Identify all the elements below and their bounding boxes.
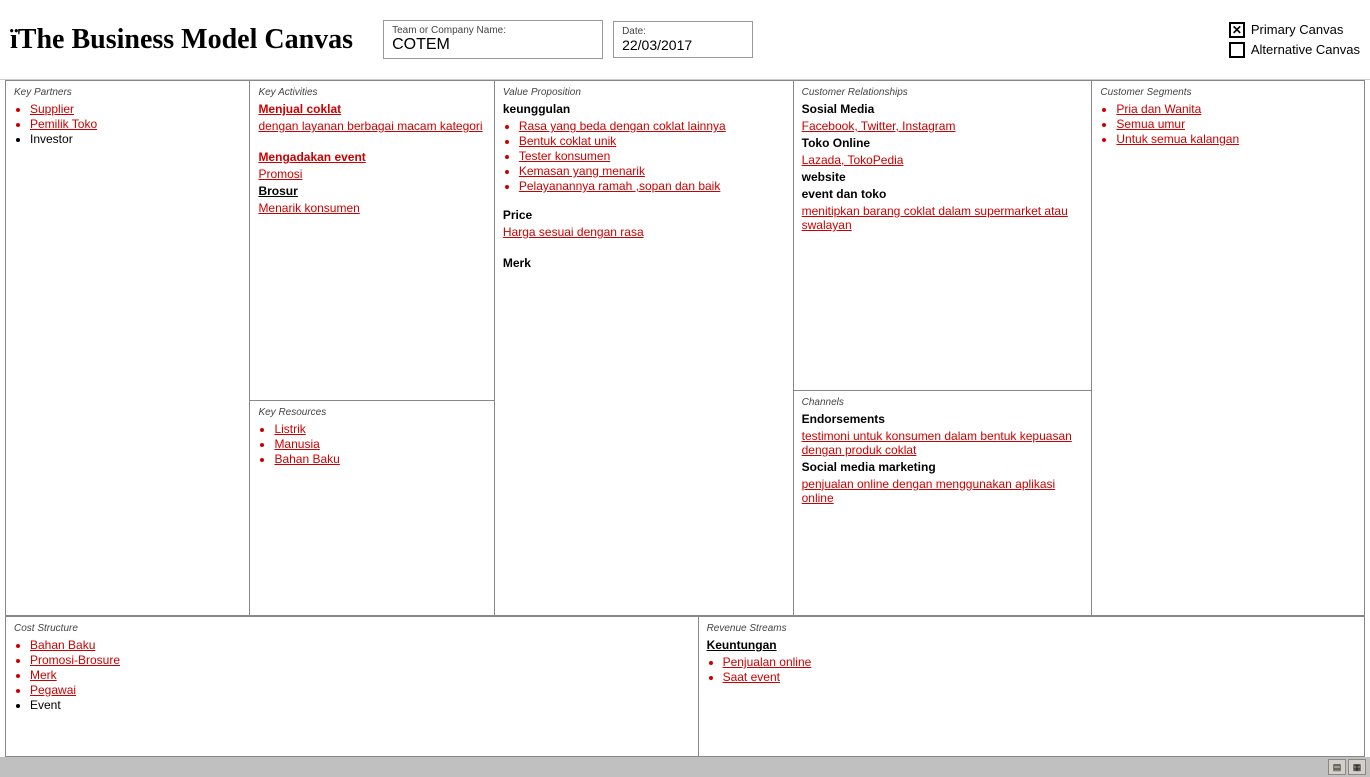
cr-website: website — [802, 170, 1084, 184]
cost-structure-cell: Cost Structure Bahan Baku Promosi-Brosur… — [6, 617, 699, 756]
cs-header: Customer Segments — [1100, 87, 1356, 98]
rs-list: Penjualan online Saat event — [723, 655, 1356, 684]
alternative-canvas-option[interactable]: Alternative Canvas — [1229, 42, 1360, 58]
cr-header: Customer Relationships — [802, 87, 1084, 98]
vp-merk: Merk — [503, 256, 785, 270]
key-partners-cell: Key Partners Supplier Pemilik Toko Inves… — [6, 81, 250, 615]
channels-header: Channels — [802, 397, 1084, 408]
list-item: Supplier — [30, 102, 241, 116]
list-item: Untuk semua kalangan — [1116, 132, 1356, 146]
channels-social-media-text: penjualan online dengan menggunakan apli… — [802, 477, 1084, 505]
key-activities-line2: dengan layanan berbagai macam kategori — [258, 119, 485, 133]
primary-canvas-option[interactable]: ✕ Primary Canvas — [1229, 22, 1360, 38]
list-item: Bentuk coklat unik — [519, 134, 785, 148]
vp-price-label: Price — [503, 208, 785, 222]
list-item: Pegawai — [30, 683, 690, 697]
cr-sosial-media: Sosial Media — [802, 102, 1084, 116]
customer-relationships-cell: Customer Relationships Sosial Media Face… — [794, 81, 1092, 391]
company-value: COTEM — [392, 36, 594, 54]
list-item: Pemilik Toko — [30, 117, 241, 131]
list-item: Rasa yang beda dengan coklat lainnya — [519, 119, 785, 133]
list-item: Manusia — [274, 437, 485, 451]
company-label: Team or Company Name: — [392, 25, 594, 36]
value-proposition-cell: Value Proposition keunggulan Rasa yang b… — [495, 81, 794, 615]
cr-event-text: menitipkan barang coklat dalam supermark… — [802, 204, 1084, 232]
channels-endorsements-text: testimoni untuk konsumen dalam bentuk ke… — [802, 429, 1084, 457]
cr-lazada: Lazada, TokoPedia — [802, 153, 1084, 167]
company-field[interactable]: Team or Company Name: COTEM — [383, 20, 603, 59]
header-fields: Team or Company Name: COTEM Date: 22/03/… — [383, 20, 1229, 59]
key-activities-cell: Key Activities Menjual coklat dengan lay… — [250, 81, 493, 401]
list-item: Investor — [30, 132, 241, 146]
canvas-options: ✕ Primary Canvas Alternative Canvas — [1229, 22, 1360, 58]
customer-segments-cell: Customer Segments Pria dan Wanita Semua … — [1092, 81, 1364, 615]
bottom-icon-1[interactable]: ▤ — [1328, 759, 1346, 775]
list-item: Merk — [30, 668, 690, 682]
list-item: Promosi-Brosure — [30, 653, 690, 667]
alternative-canvas-label: Alternative Canvas — [1251, 42, 1360, 57]
rs-keuntungan: Keuntungan — [707, 638, 1356, 652]
cost-structure-list: Bahan Baku Promosi-Brosure Merk Pegawai … — [30, 638, 690, 712]
key-activities-line5: Brosur — [258, 184, 485, 198]
key-activities-line6: Menarik konsumen — [258, 201, 485, 215]
vp-list: Rasa yang beda dengan coklat lainnya Ben… — [519, 119, 785, 193]
header: ïThe Business Model Canvas Team or Compa… — [0, 0, 1370, 80]
cr-toko-online: Toko Online — [802, 136, 1084, 150]
list-item: Bahan Baku — [274, 452, 485, 466]
cr-event-dan-toko: event dan toko — [802, 187, 1084, 201]
key-activities-group: Key Activities Menjual coklat dengan lay… — [250, 81, 494, 615]
key-partners-list: Supplier Pemilik Toko Investor — [30, 102, 241, 146]
cs-list: Pria dan Wanita Semua umur Untuk semua k… — [1116, 102, 1356, 146]
list-item: Saat event — [723, 670, 1356, 684]
list-item: Pelayanannya ramah ,sopan dan baik — [519, 179, 785, 193]
bottom-bar-icons: ▤ ▦ — [1328, 759, 1366, 775]
key-activities-line4: Promosi — [258, 167, 485, 181]
cr-facebook: Facebook, Twitter, Instagram — [802, 119, 1084, 133]
key-resources-list: Listrik Manusia Bahan Baku — [274, 422, 485, 466]
key-resources-cell: Key Resources Listrik Manusia Bahan Baku — [250, 401, 493, 615]
value-proposition-header: Value Proposition — [503, 87, 785, 98]
channels-social-media-marketing: Social media marketing — [802, 460, 1084, 474]
channels-cell: Channels Endorsements testimoni untuk ko… — [794, 391, 1092, 615]
vp-keunggulan: keunggulan — [503, 102, 785, 116]
canvas-grid: Key Partners Supplier Pemilik Toko Inves… — [5, 80, 1365, 757]
primary-canvas-label: Primary Canvas — [1251, 22, 1343, 37]
list-item: Tester konsumen — [519, 149, 785, 163]
vp-price-text: Harga sesuai dengan rasa — [503, 225, 785, 239]
list-item: Pria dan Wanita — [1116, 102, 1356, 116]
key-activities-line1: Menjual coklat — [258, 102, 485, 116]
channels-endorsements: Endorsements — [802, 412, 1084, 426]
canvas-top-row: Key Partners Supplier Pemilik Toko Inves… — [6, 81, 1364, 616]
page-title: ïThe Business Model Canvas — [10, 24, 353, 56]
list-item: Listrik — [274, 422, 485, 436]
key-activities-line3: Mengadakan event — [258, 150, 485, 164]
list-item: Penjualan online — [723, 655, 1356, 669]
key-partners-header: Key Partners — [14, 87, 241, 98]
alternative-canvas-checkbox[interactable] — [1229, 42, 1245, 58]
list-item: Bahan Baku — [30, 638, 690, 652]
list-item: Event — [30, 698, 690, 712]
date-value: 22/03/2017 — [622, 37, 744, 53]
list-item: Semua umur — [1116, 117, 1356, 131]
primary-canvas-checkbox[interactable]: ✕ — [1229, 22, 1245, 38]
rs-header: Revenue Streams — [707, 623, 1356, 634]
key-activities-header: Key Activities — [258, 87, 485, 98]
revenue-streams-cell: Revenue Streams Keuntungan Penjualan onl… — [699, 617, 1364, 756]
key-resources-header: Key Resources — [258, 407, 485, 418]
cost-structure-header: Cost Structure — [14, 623, 690, 634]
bottom-bar: ▤ ▦ — [0, 757, 1370, 777]
bottom-icon-2[interactable]: ▦ — [1348, 759, 1366, 775]
list-item: Kemasan yang menarik — [519, 164, 785, 178]
date-field[interactable]: Date: 22/03/2017 — [613, 21, 753, 58]
date-label: Date: — [622, 26, 744, 37]
cr-channels-group: Customer Relationships Sosial Media Face… — [794, 81, 1093, 615]
canvas-bottom-row: Cost Structure Bahan Baku Promosi-Brosur… — [6, 616, 1364, 756]
